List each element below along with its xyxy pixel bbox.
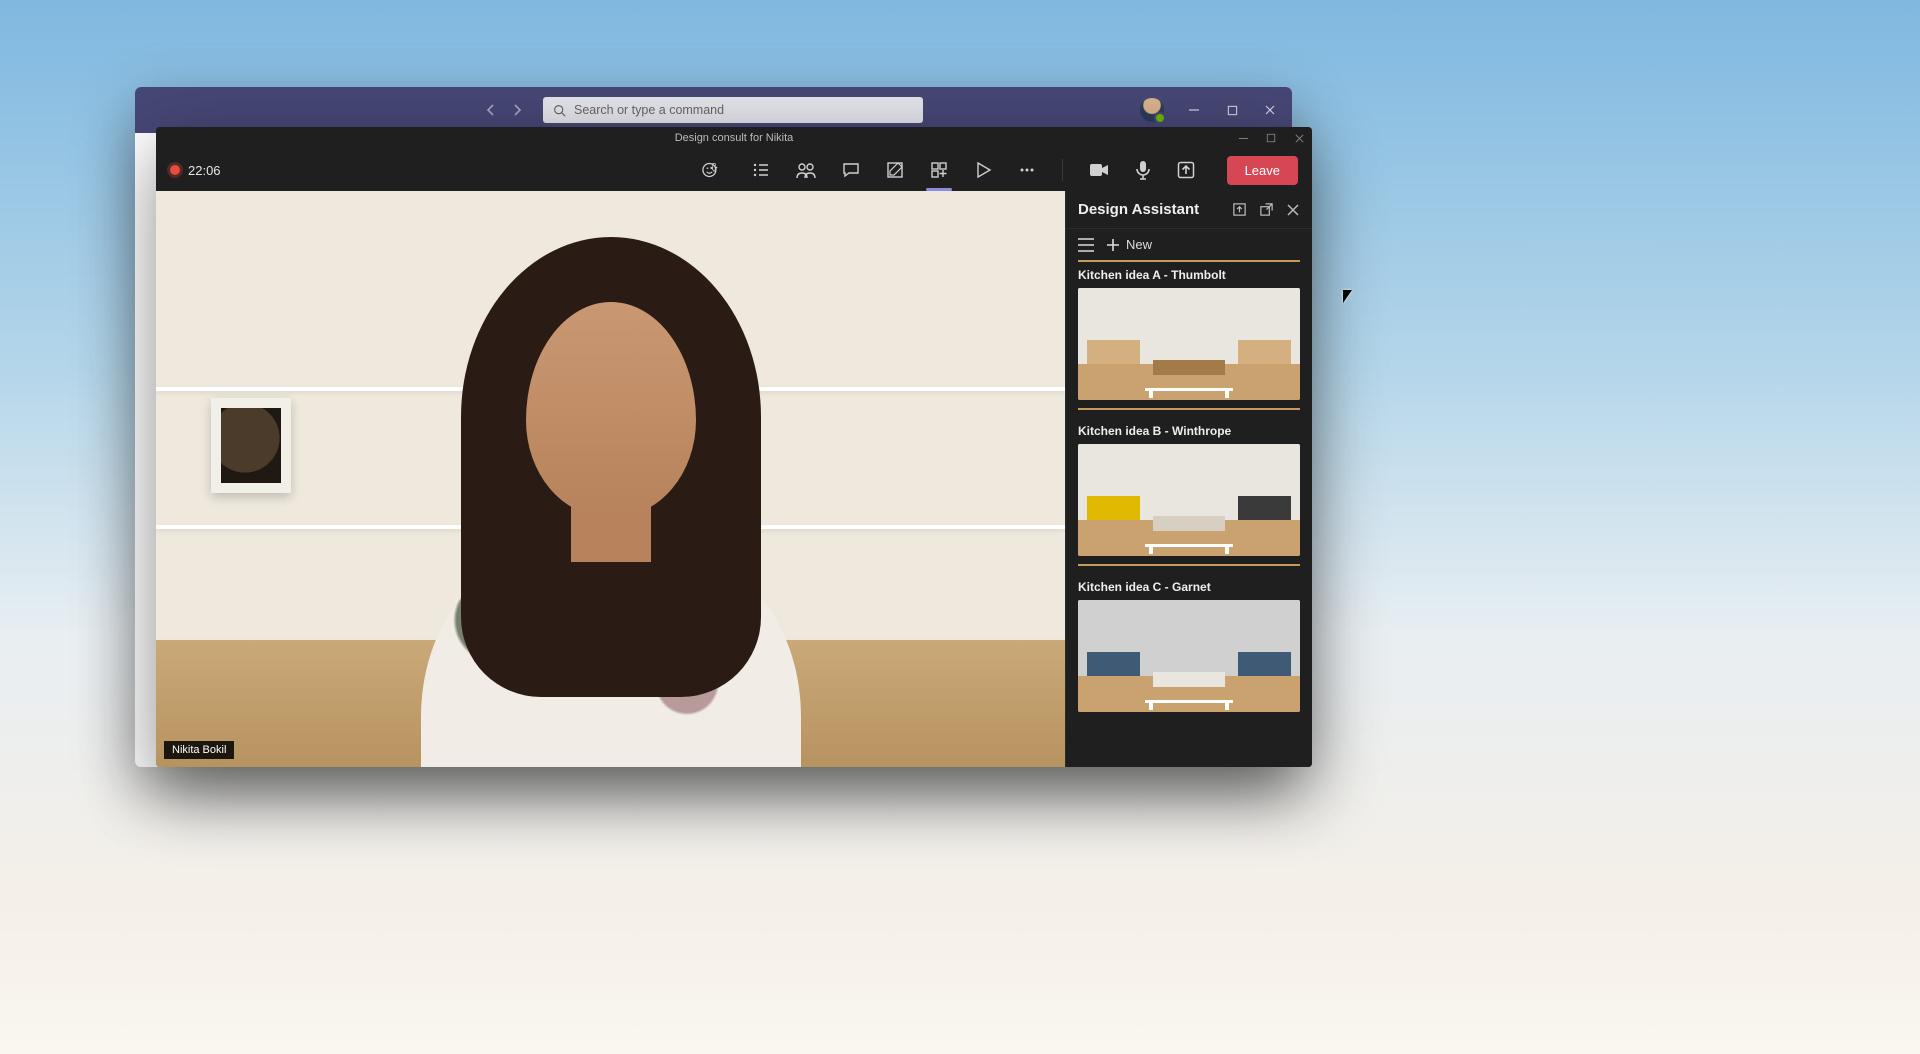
view-list-button[interactable] [752,161,770,179]
background-secondary-app [141,133,157,763]
mic-toggle-button[interactable] [1135,160,1151,180]
panel-popout-button[interactable] [1259,202,1274,217]
search-placeholder-text: Search or type a command [574,103,724,117]
leave-button[interactable]: Leave [1227,156,1298,185]
meeting-timer: 22:06 [188,163,221,178]
meeting-maximize-button[interactable] [1264,131,1278,145]
meeting-close-button[interactable] [1292,131,1306,145]
nav-forward-button[interactable] [511,104,523,116]
card-divider [1078,408,1300,410]
profile-avatar[interactable] [1140,98,1164,122]
panel-popout-up-button[interactable] [1232,202,1247,217]
design-card[interactable]: Kitchen idea C - Garnet [1078,580,1300,712]
design-card[interactable]: Kitchen idea B - Winthrope [1078,424,1300,566]
design-card[interactable]: Kitchen idea A - Thumbolt [1078,268,1300,410]
panel-menu-button[interactable] [1078,238,1094,252]
design-card-thumbnail [1078,444,1300,556]
reactions-button[interactable] [702,161,726,179]
meeting-title: Design consult for Nikita [675,132,794,144]
design-card-thumbnail [1078,288,1300,400]
meeting-toolbar: 22:06 [156,149,1312,191]
new-design-button[interactable]: New [1106,237,1152,252]
search-icon [553,104,566,117]
design-card-label: Kitchen idea B - Winthrope [1078,424,1300,438]
side-panel: Design Assistant New [1065,191,1312,767]
participants-button[interactable] [796,161,816,179]
design-card-label: Kitchen idea A - Thumbolt [1078,268,1300,282]
mouse-cursor-icon [1343,290,1352,303]
design-card-label: Kitchen idea C - Garnet [1078,580,1300,594]
stream-button[interactable] [974,161,992,179]
recording-dot-icon [170,165,180,175]
camera-toggle-button[interactable] [1089,162,1109,178]
command-search-input[interactable]: Search or type a command [543,97,923,123]
window-maximize-button[interactable] [1224,102,1240,118]
panel-close-button[interactable] [1286,203,1300,217]
window-close-button[interactable] [1262,102,1278,118]
background-photo-frame [211,398,291,493]
design-card-thumbnail [1078,600,1300,712]
design-cards-list: Kitchen idea A - Thumbolt Kitchen idea B … [1066,262,1312,767]
meeting-minimize-button[interactable] [1236,131,1250,145]
notes-button[interactable] [886,161,904,179]
share-screen-button[interactable] [1177,161,1195,179]
meeting-titlebar: Design consult for Nikita [156,127,1312,149]
participant-video-feed: Nikita Bokil [156,191,1065,767]
meeting-window: Design consult for Nikita 22:06 [156,127,1312,767]
participant-name-tag: Nikita Bokil [164,741,234,759]
apps-button[interactable] [930,161,948,179]
chat-button[interactable] [842,161,860,179]
side-panel-title: Design Assistant [1078,201,1220,218]
new-button-label: New [1126,237,1152,252]
more-actions-button[interactable] [1018,161,1036,179]
toolbar-divider [1062,159,1063,181]
nav-back-button[interactable] [485,104,497,116]
window-minimize-button[interactable] [1186,102,1202,118]
card-divider [1078,564,1300,566]
recording-indicator: 22:06 [170,163,221,178]
plus-icon [1106,238,1120,252]
